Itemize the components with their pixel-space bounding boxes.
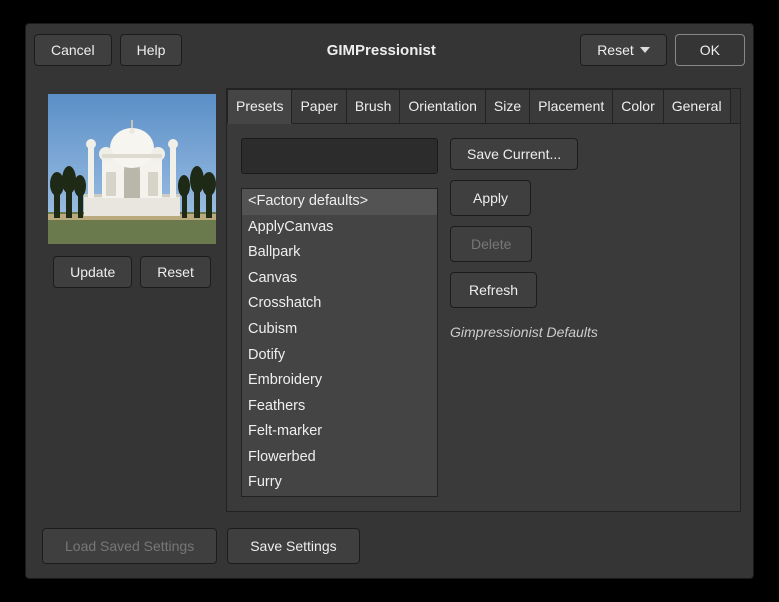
preset-item[interactable]: Felt-marker <box>242 419 437 445</box>
preset-item[interactable]: Ballpark <box>242 240 437 266</box>
tab-orientation[interactable]: Orientation <box>399 89 485 124</box>
save-settings-button[interactable]: Save Settings <box>227 528 359 564</box>
chevron-down-icon <box>640 47 650 53</box>
preset-item[interactable]: Embroidery <box>242 368 437 394</box>
cancel-button[interactable]: Cancel <box>34 34 112 66</box>
tab-panel: PresetsPaperBrushOrientationSizePlacemen… <box>226 88 741 512</box>
tab-size[interactable]: Size <box>485 89 530 124</box>
reset-label: Reset <box>597 42 634 58</box>
tab-bar: PresetsPaperBrushOrientationSizePlacemen… <box>227 89 740 124</box>
preset-item[interactable]: Canvas <box>242 266 437 292</box>
refresh-button[interactable]: Refresh <box>450 272 537 308</box>
tab-color[interactable]: Color <box>612 89 663 124</box>
preset-item[interactable]: Furry <box>242 470 437 496</box>
tab-paper[interactable]: Paper <box>291 89 346 124</box>
apply-button[interactable]: Apply <box>450 180 531 216</box>
save-current-button[interactable]: Save Current... <box>450 138 578 170</box>
preset-item[interactable]: Dotify <box>242 343 437 369</box>
tab-brush[interactable]: Brush <box>346 89 401 124</box>
preset-item[interactable]: Flowerbed <box>242 445 437 471</box>
preset-name-input[interactable] <box>241 138 438 174</box>
preview-image <box>48 94 216 244</box>
footer-row: Load Saved Settings Save Settings <box>34 522 745 570</box>
tab-presets[interactable]: Presets <box>227 89 292 124</box>
tab-content-presets: <Factory defaults>ApplyCanvasBallparkCan… <box>227 123 740 511</box>
tab-placement[interactable]: Placement <box>529 89 613 124</box>
preset-item[interactable]: <Factory defaults> <box>242 189 437 215</box>
dialog-title: GIMPressionist <box>182 42 580 59</box>
preset-item[interactable]: Feathers <box>242 394 437 420</box>
preset-item[interactable]: ApplyCanvas <box>242 215 437 241</box>
reset-dropdown-button[interactable]: Reset <box>580 34 667 66</box>
preset-item[interactable]: Cubism <box>242 317 437 343</box>
preview-svg <box>48 94 216 244</box>
dialog-body: Update Reset PresetsPaperBrushOrientatio… <box>34 76 745 522</box>
delete-button[interactable]: Delete <box>450 226 532 262</box>
help-button[interactable]: Help <box>120 34 183 66</box>
preview-update-button[interactable]: Update <box>53 256 132 288</box>
preset-description: Gimpressionist Defaults <box>450 324 598 340</box>
tab-general[interactable]: General <box>663 89 731 124</box>
load-saved-settings-button[interactable]: Load Saved Settings <box>42 528 217 564</box>
ok-button[interactable]: OK <box>675 34 745 66</box>
preset-list[interactable]: <Factory defaults>ApplyCanvasBallparkCan… <box>241 188 438 497</box>
preview-reset-button[interactable]: Reset <box>140 256 211 288</box>
titlebar: Cancel Help GIMPressionist Reset OK <box>34 32 745 76</box>
gimpressionist-dialog: Cancel Help GIMPressionist Reset OK <box>25 23 754 579</box>
preview-column: Update Reset <box>48 76 216 512</box>
preset-item[interactable]: Crosshatch <box>242 291 437 317</box>
